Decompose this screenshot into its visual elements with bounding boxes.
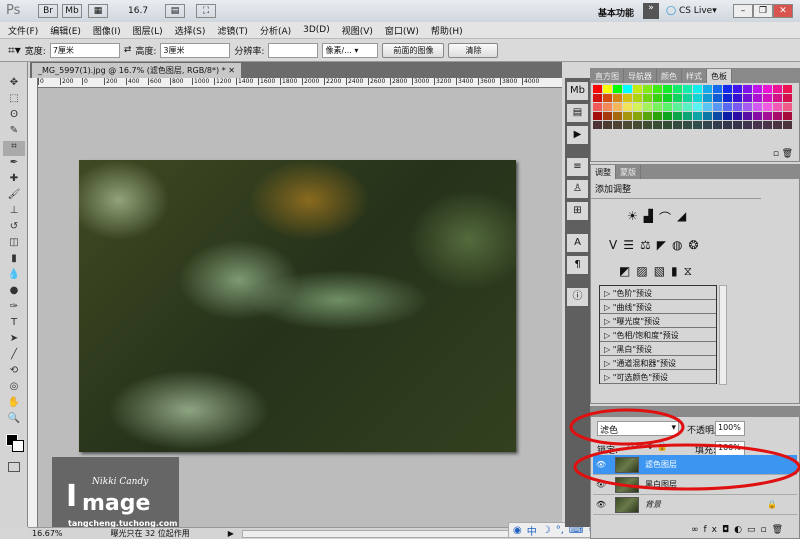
- annotation-ellipse-blend-mode: [569, 408, 685, 446]
- annotation-ellipse-layer: [573, 443, 800, 491]
- annotation-overlay: [569, 408, 800, 491]
